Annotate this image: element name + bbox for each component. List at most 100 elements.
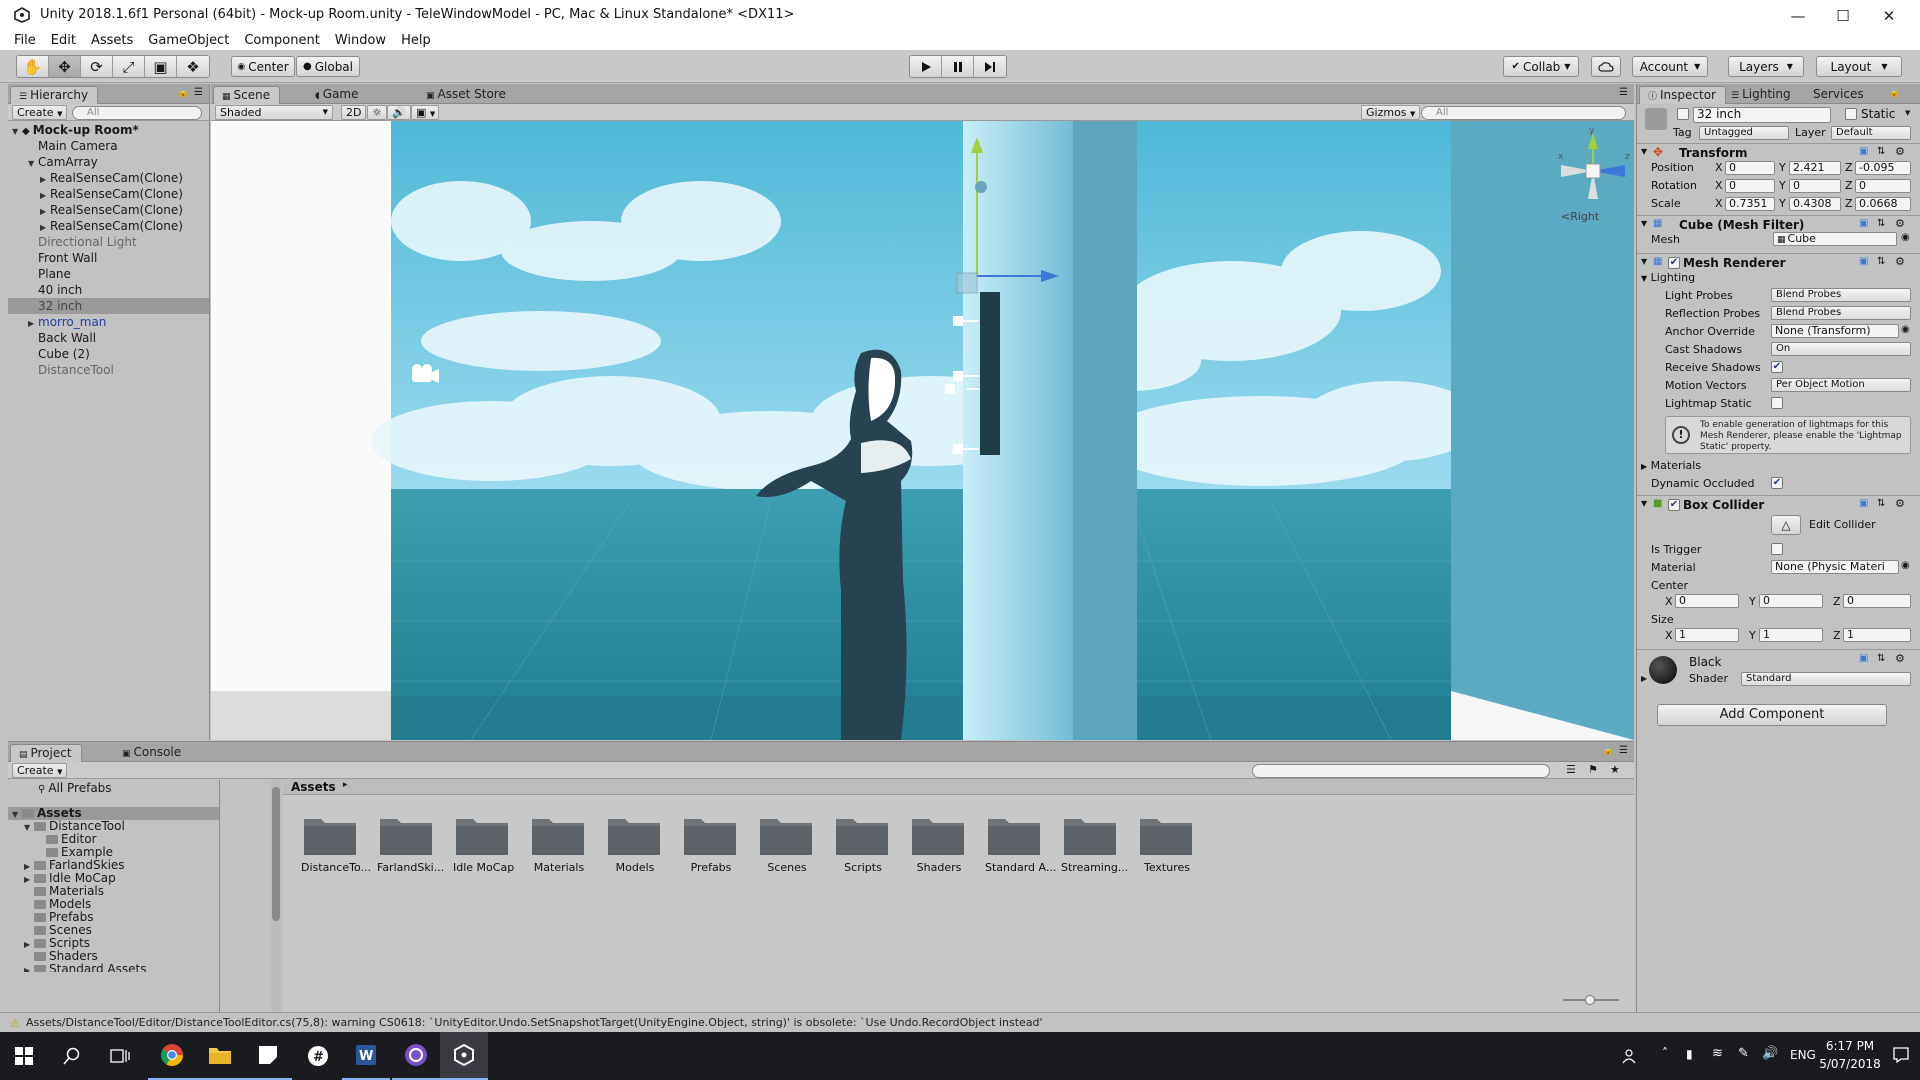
preset-icon[interactable]: ⇅ — [1877, 653, 1885, 664]
hand-tool-icon[interactable]: ✋ — [17, 56, 49, 77]
hierarchy-item[interactable]: ▶ RealSenseCam(Clone) — [8, 202, 209, 218]
step-button[interactable] — [974, 56, 1006, 77]
people-icon[interactable] — [1622, 1048, 1638, 1064]
folder-item[interactable]: Materials — [529, 813, 589, 874]
breadcrumb-assets[interactable]: Assets — [291, 780, 336, 794]
folder-item[interactable]: Scripts — [833, 813, 893, 874]
scale-z-field[interactable]: 0.0668 — [1855, 197, 1911, 211]
pivot-center-button[interactable]: ◉ Center — [231, 56, 295, 77]
chevron-down-icon[interactable]: ▼ — [1905, 109, 1910, 117]
rotate-tool-icon[interactable]: ⟳ — [81, 56, 113, 77]
project-create-button[interactable]: Create ▼ — [12, 763, 68, 778]
tree-item[interactable]: ▼ DistanceTool — [8, 820, 219, 833]
search-icon[interactable] — [48, 1032, 96, 1080]
clock-date[interactable]: 5/07/2018 — [1814, 1057, 1886, 1071]
folder-item[interactable]: Scenes — [757, 813, 817, 874]
preset-icon[interactable]: ⇅ — [1877, 498, 1885, 509]
hierarchy-item[interactable]: Back Wall — [8, 330, 209, 346]
layer-dropdown[interactable]: Default — [1831, 126, 1911, 140]
app-circle-icon[interactable] — [392, 1032, 440, 1080]
wifi-icon[interactable]: ≋ — [1712, 1046, 1723, 1061]
menu-help[interactable]: Help — [401, 33, 431, 48]
hierarchy-item[interactable]: Plane — [8, 266, 209, 282]
chrome-icon[interactable] — [148, 1032, 196, 1080]
tab-scene[interactable]: ▦ Scene — [213, 86, 281, 104]
position-x-field[interactable]: 0 — [1725, 161, 1775, 175]
move-tool-icon[interactable]: ✥ — [49, 56, 81, 77]
layout-dropdown[interactable]: Layout ▼ — [1816, 56, 1902, 77]
menu-edit[interactable]: Edit — [51, 33, 76, 48]
help-icon[interactable]: ▣ — [1859, 498, 1868, 509]
favorite-all-prefabs[interactable]: ⚲ All Prefabs — [8, 782, 219, 796]
maximize-button[interactable]: ☐ — [1820, 0, 1866, 31]
object-picker-icon[interactable]: ◉ — [1901, 232, 1910, 243]
hierarchy-item[interactable]: ▶ RealSenseCam(Clone) — [8, 218, 209, 234]
folder-item[interactable]: Textures — [1137, 813, 1197, 874]
lock-icon[interactable]: 🔒 — [178, 88, 189, 98]
tag-dropdown[interactable]: Untagged — [1699, 126, 1789, 140]
size-x-field[interactable]: 1 — [1675, 628, 1739, 642]
help-icon[interactable]: ▣ — [1859, 256, 1868, 267]
tree-item[interactable]: Scenes — [8, 924, 219, 937]
box-collider-enabled-checkbox[interactable]: ✔ — [1668, 499, 1680, 511]
gear-icon[interactable]: ⚙ — [1895, 145, 1905, 158]
account-dropdown[interactable]: Account ▼ — [1632, 56, 1708, 77]
scale-x-field[interactable]: 0.7351 — [1725, 197, 1775, 211]
hierarchy-item[interactable]: Main Camera — [8, 138, 209, 154]
audio-toggle-icon[interactable]: 🔊 — [387, 105, 411, 120]
pause-button[interactable] — [942, 56, 974, 77]
edit-collider-button[interactable]: △ — [1771, 515, 1801, 535]
panel-menu-icon[interactable]: ☰ — [1619, 745, 1628, 756]
gear-icon[interactable]: ⚙ — [1895, 255, 1905, 268]
menu-window[interactable]: Window — [335, 33, 386, 48]
tree-item[interactable]: Editor — [8, 833, 219, 846]
layers-dropdown[interactable]: Layers ▼ — [1728, 56, 1804, 77]
center-x-field[interactable]: 0 — [1675, 594, 1739, 608]
folder-item[interactable]: Idle MoCap — [453, 813, 514, 874]
menu-gameobject[interactable]: GameObject — [148, 33, 229, 48]
slider-thumb[interactable] — [1585, 995, 1595, 1005]
status-bar[interactable]: ⚠ Assets/DistanceTool/Editor/DistanceToo… — [0, 1012, 1920, 1032]
windows-start-icon[interactable] — [0, 1032, 48, 1080]
scene-root[interactable]: ▼ ◆ Mock-up Room* — [8, 122, 209, 138]
project-search-input[interactable] — [1252, 764, 1550, 778]
panel-menu-icon[interactable]: ☰ — [1619, 87, 1628, 98]
rect-tool-icon[interactable]: ▣ — [145, 56, 177, 77]
unity-taskbar-icon[interactable] — [440, 1032, 488, 1080]
hierarchy-item[interactable]: ▶ RealSenseCam(Clone) — [8, 186, 209, 202]
hierarchy-item[interactable]: Directional Light — [8, 234, 209, 250]
favorite-star-icon[interactable]: ★ — [1610, 763, 1620, 776]
tree-item[interactable]: ▶ Idle MoCap — [8, 872, 219, 885]
tree-item[interactable]: ▶ Scripts — [8, 937, 219, 950]
hierarchy-item[interactable]: 40 inch — [8, 282, 209, 298]
preset-icon[interactable]: ⇅ — [1877, 218, 1885, 229]
play-button[interactable] — [910, 56, 942, 77]
collapse-triangle-icon[interactable]: ▶ — [1641, 674, 1647, 683]
reflection-probes-dropdown[interactable]: Blend Probes — [1771, 306, 1911, 320]
tree-item[interactable]: Materials — [8, 885, 219, 898]
position-z-field[interactable]: -0.095 — [1855, 161, 1911, 175]
scale-tool-icon[interactable]: ⤢ — [113, 56, 145, 77]
tab-services[interactable]: Services — [1805, 86, 1873, 104]
lock-icon[interactable]: 🔒 — [1889, 88, 1900, 98]
hierarchy-search-input[interactable]: All — [72, 106, 202, 120]
cloud-button[interactable] — [1591, 56, 1621, 77]
rotation-y-field[interactable]: 0 — [1789, 179, 1841, 193]
pivot-global-button[interactable]: ● Global — [296, 56, 360, 77]
object-name-field[interactable]: 32 inch — [1693, 107, 1831, 123]
language-indicator[interactable]: ENG — [1790, 1048, 1816, 1062]
slack-icon[interactable]: # — [294, 1032, 342, 1080]
preset-icon[interactable]: ⇅ — [1877, 256, 1885, 267]
chevron-up-icon[interactable]: ˄ — [1662, 1046, 1668, 1060]
folder-item[interactable]: Standard A... — [985, 813, 1056, 874]
task-view-icon[interactable] — [96, 1032, 144, 1080]
center-z-field[interactable]: 0 — [1843, 594, 1911, 608]
hierarchy-item-prefab[interactable]: ▶ morro_man — [8, 314, 209, 330]
hierarchy-item[interactable]: ▼ CamArray — [8, 154, 209, 170]
minimize-button[interactable]: — — [1775, 0, 1821, 31]
hierarchy-item-selected[interactable]: 32 inch — [8, 298, 209, 314]
scene-viewport[interactable]: y z x <Right — [211, 121, 1634, 740]
light-probes-dropdown[interactable]: Blend Probes — [1771, 288, 1911, 302]
size-y-field[interactable]: 1 — [1759, 628, 1823, 642]
gear-icon[interactable]: ⚙ — [1895, 497, 1905, 510]
